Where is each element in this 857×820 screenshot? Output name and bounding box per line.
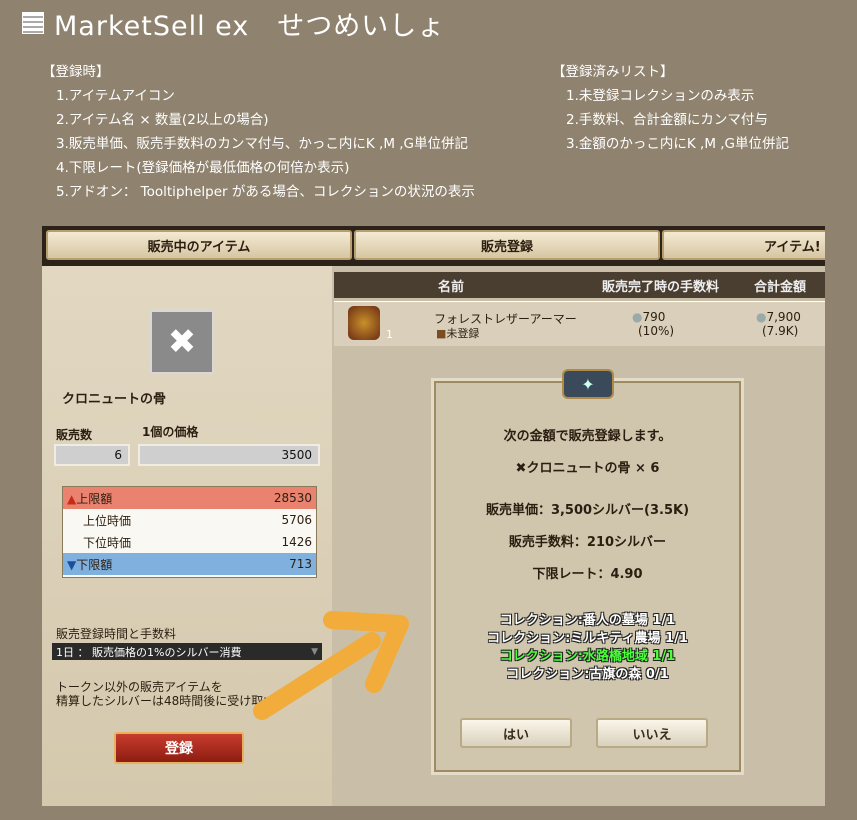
notepad-icon xyxy=(22,12,44,34)
triangle-down-icon: ▼ xyxy=(67,557,77,572)
row-status: ■未登録 xyxy=(436,325,479,341)
collection-line: コレクション:古旗の森 0/1 xyxy=(506,667,669,682)
column-name: 名前 xyxy=(438,280,465,295)
notes-item: 4.下限レート(登録価格が最低価格の何倍か表示) xyxy=(56,160,350,176)
register-button[interactable]: 登録 xyxy=(114,732,244,764)
price-input[interactable]: 3500 xyxy=(138,444,320,466)
collection-line: コレクション:番人の墓場 1/1 xyxy=(499,613,676,628)
notes-item: 3.金額のかっこ内にK ,M ,G単位併記 xyxy=(566,136,790,152)
armor-item-icon xyxy=(348,306,380,340)
rate-row-upper-limit: ▲上限額 28530 xyxy=(63,487,316,509)
collection-line: コレクション:ミルキティ農場 1/1 xyxy=(487,631,688,646)
rate-row-lower-market: 下位時価 1426 xyxy=(63,531,316,553)
bone-icon: ✖ xyxy=(515,461,527,476)
duration-label: 販売登録時間と手数料 xyxy=(56,627,177,641)
notes-item: 3.販売単価、販売手数料のカンマ付与、かっこ内にK ,M ,G単位併記 xyxy=(56,136,469,152)
notes-item: 1.未登録コレクションのみ表示 xyxy=(566,88,755,104)
dialog-unit-price: 販売単価：3,500シルバー(3.5K) xyxy=(485,503,690,518)
dialog-message: 次の金額で販売登録します。 xyxy=(503,429,672,444)
box-icon: ■ xyxy=(436,327,447,340)
rate-value: 5706 xyxy=(281,513,312,527)
dialog-item-text: クロニュートの骨 × 6 xyxy=(526,461,660,476)
row-total-value: 7,900 xyxy=(766,310,801,324)
no-button[interactable]: いいえ xyxy=(596,718,708,748)
list-row[interactable]: 1 フォレストレザーアーマー ■未登録 ●790 (10%) ●7,900 (7… xyxy=(334,301,825,346)
row-fee: ●790 xyxy=(632,310,665,324)
info-text-line2: 精算したシルバーは48時間後に受け取れ xyxy=(56,694,266,708)
page-title-text: MarketSell ex せつめいしょ xyxy=(54,10,446,42)
game-screenshot: 販売中のアイテム 販売登録 アイテム! ✖ クロニュートの骨 販売数 1個の価格… xyxy=(42,226,825,806)
tab-bar: 販売中のアイテム 販売登録 アイテム! xyxy=(42,226,825,266)
tab-item-search[interactable]: アイテム! xyxy=(662,230,825,260)
duration-select-value: 1日 ： 販売価格の1%のシルバー消費 xyxy=(56,645,242,659)
item-name: クロニュートの骨 xyxy=(62,392,167,407)
rate-row-lower-limit: ▼下限額 713 xyxy=(63,553,316,575)
collection-line: コレクション:水路橋地域 1/1 xyxy=(499,649,676,664)
silver-coin-icon: ● xyxy=(756,310,767,324)
dialog-rate: 下限レート：4.90 xyxy=(532,567,643,582)
notes-registered-list: 【登録済みリスト】 1.未登録コレクションのみ表示 2.手数料、合計金額にカンマ… xyxy=(552,60,789,156)
rate-value: 28530 xyxy=(273,491,312,505)
dialog-fee: 販売手数料：210シルバー xyxy=(508,535,667,550)
notes-item: 2.手数料、合計金額にカンマ付与 xyxy=(566,112,768,128)
orange-arrow-icon xyxy=(253,611,409,720)
rate-value: 1426 xyxy=(281,535,312,549)
page-title: MarketSell ex せつめいしょ xyxy=(22,6,446,42)
tab-selling-items[interactable]: 販売中のアイテム xyxy=(46,230,352,260)
star-emblem-icon: ✦ xyxy=(562,369,614,399)
column-total: 合計金額 xyxy=(754,280,807,295)
row-status-text: 未登録 xyxy=(446,327,480,340)
price-label: 1個の価格 xyxy=(142,425,199,439)
notes-item: 1.アイテムアイコン xyxy=(56,88,175,104)
rate-value: 713 xyxy=(289,557,312,571)
row-fee-value: 790 xyxy=(642,310,666,324)
quantity-input[interactable]: 6 xyxy=(54,444,130,466)
list-header: 名前 販売完了時の手数料 合計金額 xyxy=(334,272,825,298)
dialog-item: ✖クロニュートの骨 × 6 xyxy=(436,457,739,476)
column-fee: 販売完了時の手数料 xyxy=(602,280,720,295)
yes-button[interactable]: はい xyxy=(460,718,572,748)
notes-registration: 【登録時】 1.アイテムアイコン 2.アイテム名 × 数量(2以上の場合) 3.… xyxy=(42,60,475,204)
row-total: ●7,900 xyxy=(756,310,801,324)
notes-item: 2.アイテム名 × 数量(2以上の場合) xyxy=(56,112,269,128)
quantity-label: 販売数 xyxy=(56,428,93,442)
tab-register-sale[interactable]: 販売登録 xyxy=(354,230,660,260)
rate-label: 上位時価 xyxy=(83,513,132,528)
rate-label: 上限額 xyxy=(76,491,113,506)
triangle-up-icon: ▲ xyxy=(67,491,77,506)
row-total-short: (7.9K) xyxy=(762,324,799,338)
rate-label: 下限額 xyxy=(76,557,113,572)
row-qty: 1 xyxy=(386,328,393,341)
bone-item-icon: ✖ xyxy=(150,310,214,374)
notes-heading: 【登録済みリスト】 xyxy=(552,64,674,80)
confirm-dialog: ✦ 次の金額で販売登録します。 ✖クロニュートの骨 × 6 販売単価：3,500… xyxy=(434,369,741,772)
rate-label: 下位時価 xyxy=(83,535,132,550)
silver-coin-icon: ● xyxy=(632,310,643,324)
row-fee-percent: (10%) xyxy=(638,324,675,338)
rate-row-upper-market: 上位時価 5706 xyxy=(63,509,316,531)
rate-table: ▲上限額 28530 上位時価 5706 下位時価 1426 ▼下限額 713 xyxy=(62,486,317,578)
notes-item: 5.アドオン： Tooltiphelper がある場合、コレクションの状況の表示 xyxy=(56,184,475,200)
notes-heading: 【登録時】 xyxy=(42,64,110,80)
